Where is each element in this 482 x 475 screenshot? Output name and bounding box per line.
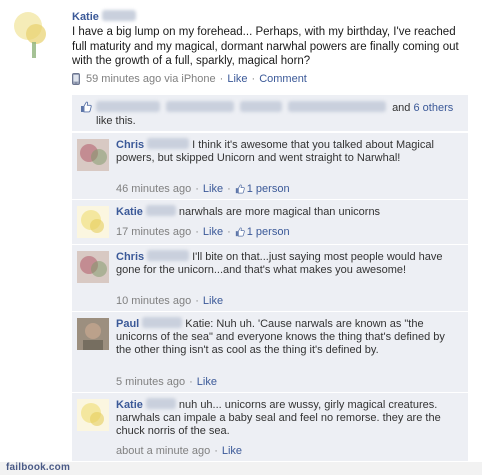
comment-avatar[interactable] <box>77 206 109 238</box>
thumbs-up-icon <box>80 101 92 113</box>
comment-item: Paul Katie: Nuh uh. 'Cause narwals are kn… <box>72 311 468 392</box>
comment-likes-count[interactable]: 1 person <box>247 226 290 238</box>
redacted-surname <box>101 10 136 21</box>
footer-bar <box>0 462 482 475</box>
redacted-name <box>166 101 234 112</box>
comment-avatar[interactable] <box>77 251 109 283</box>
comment-like-link[interactable]: Like <box>197 376 217 388</box>
comment-body: Chris I'll bite on that...just saying mos… <box>116 250 462 277</box>
comment-time: about a minute ago <box>116 445 211 457</box>
comment-body: Chris I think it's awesome that you talke… <box>116 138 462 165</box>
likes-summary: and 6 others like this. <box>72 95 468 131</box>
comment-time: 17 minutes ago <box>116 226 192 238</box>
comment-like-link[interactable]: Like <box>203 226 223 238</box>
comment-likes-count[interactable]: 1 person <box>247 183 290 195</box>
comment-body: Katie narwhals are more magical than unic… <box>116 205 462 219</box>
post-text: I have a big lump on my forehead... Perh… <box>72 26 459 67</box>
comment-like-link[interactable]: Like <box>222 445 242 457</box>
likes-suffix: like this. <box>96 115 136 127</box>
watermark: failbook.com <box>6 462 71 473</box>
comment-avatar[interactable] <box>77 318 109 350</box>
comment-item: Katie narwhals are more magical than unic… <box>72 199 468 244</box>
redacted-surname <box>147 138 190 149</box>
iphone-icon <box>72 73 80 85</box>
meta-separator: · <box>251 73 256 85</box>
redacted-name <box>288 101 386 112</box>
comment-time: 46 minutes ago <box>116 183 192 195</box>
meta-separator: · <box>189 376 193 388</box>
comment-author[interactable]: Paul <box>116 318 139 330</box>
meta-separator: · <box>195 183 199 195</box>
meta-separator: · <box>195 295 199 307</box>
post-author-avatar[interactable] <box>6 6 58 58</box>
meta-separator: · <box>195 226 199 238</box>
comment-meta: 5 minutes ago · Like <box>116 376 217 388</box>
comment-item: Chris I think it's awesome that you talke… <box>72 132 468 199</box>
post-author[interactable]: Katie <box>72 10 139 23</box>
post-author-name[interactable]: Katie <box>72 11 99 23</box>
comment-body: Paul Katie: Nuh uh. 'Cause narwals are kn… <box>116 317 462 357</box>
post-meta: 59 minutes ago via iPhone · Like · Comme… <box>72 73 307 85</box>
comment-like-link[interactable]: Like <box>203 295 223 307</box>
redacted-surname <box>147 250 190 261</box>
redacted-surname <box>142 317 183 328</box>
redacted-name <box>96 101 160 112</box>
redacted-surname <box>145 205 176 216</box>
comment-text: narwhals are more magical than unicorns <box>178 206 381 218</box>
meta-separator: · <box>219 73 224 85</box>
comment-avatar[interactable] <box>77 399 109 431</box>
likes-and: and <box>392 102 411 114</box>
redacted-surname <box>145 398 176 409</box>
comment-meta: 17 minutes ago · Like · 1 person <box>116 226 290 238</box>
meta-separator: · <box>214 445 218 457</box>
post-comment-link[interactable]: Comment <box>259 73 307 85</box>
thumbs-up-icon <box>235 227 245 237</box>
comment-avatar[interactable] <box>77 139 109 171</box>
comment-meta: about a minute ago · Like <box>116 445 242 457</box>
comment-author[interactable]: Chris <box>116 139 144 151</box>
comment-meta: 10 minutes ago · Like <box>116 295 223 307</box>
redacted-name <box>240 101 282 112</box>
likes-others-link[interactable]: 6 others <box>413 102 453 114</box>
comment-item: Katie nuh uh... unicorns are wussy, girly… <box>72 392 468 461</box>
post-time: 59 minutes ago via iPhone <box>86 73 216 85</box>
comment-author[interactable]: Katie <box>116 206 143 218</box>
comment-author[interactable]: Katie <box>116 399 143 411</box>
comment-like-link[interactable]: Like <box>203 183 223 195</box>
post-like-link[interactable]: Like <box>227 73 247 85</box>
comment-author[interactable]: Chris <box>116 251 144 263</box>
comment-item: Chris I'll bite on that...just saying mos… <box>72 244 468 311</box>
comment-time: 10 minutes ago <box>116 295 192 307</box>
meta-separator: · <box>227 183 231 195</box>
likes-line: and 6 others <box>96 101 453 114</box>
comment-body: Katie nuh uh... unicorns are wussy, girly… <box>116 398 462 438</box>
thumbs-up-icon <box>235 184 245 194</box>
meta-separator: · <box>227 226 231 238</box>
comment-time: 5 minutes ago <box>116 376 186 388</box>
comment-meta: 46 minutes ago · Like · 1 person <box>116 183 290 195</box>
